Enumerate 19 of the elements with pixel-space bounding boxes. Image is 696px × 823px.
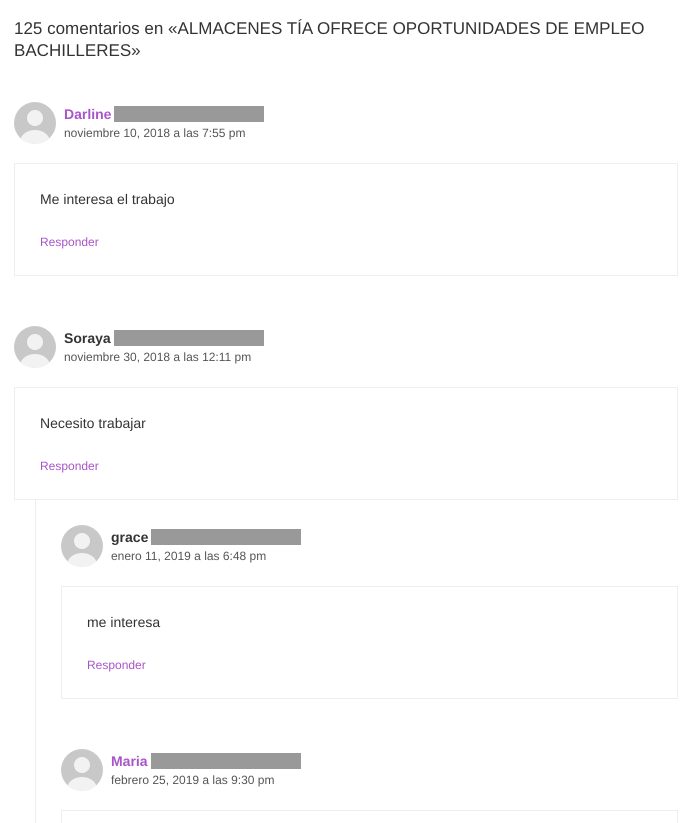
avatar-icon bbox=[14, 102, 56, 144]
comment-date: noviembre 10, 2018 a las 7:55 pm bbox=[64, 126, 246, 140]
reply-link[interactable]: Responder bbox=[40, 235, 99, 249]
comment-date: febrero 25, 2019 a las 9:30 pm bbox=[111, 773, 276, 787]
avatar-icon bbox=[61, 749, 103, 791]
reply-link[interactable]: Responder bbox=[87, 658, 146, 672]
comment-author: grace bbox=[111, 529, 148, 545]
comment-text: Me interesa el trabajo bbox=[40, 191, 176, 207]
comment-text: me interesa bbox=[87, 614, 162, 630]
avatar-icon bbox=[61, 525, 103, 567]
comment-date: noviembre 30, 2018 a las 12:11 pm bbox=[64, 350, 252, 364]
avatar-icon bbox=[14, 326, 56, 368]
comments-heading: 125 comentarios en «ALMACENES TÍA OFRECE OPORTUNIDADES DE EMPLEO BACHILLERES» bbox=[14, 18, 646, 62]
comment-author: Soraya bbox=[64, 330, 111, 346]
comment-author[interactable]: Maria bbox=[111, 753, 148, 769]
comment-author[interactable]: Darline bbox=[64, 106, 112, 122]
comment-text: Necesito trabajar bbox=[40, 415, 147, 431]
reply-link[interactable]: Responder bbox=[40, 459, 99, 473]
comment-date: enero 11, 2019 a las 6:48 pm bbox=[111, 549, 268, 563]
